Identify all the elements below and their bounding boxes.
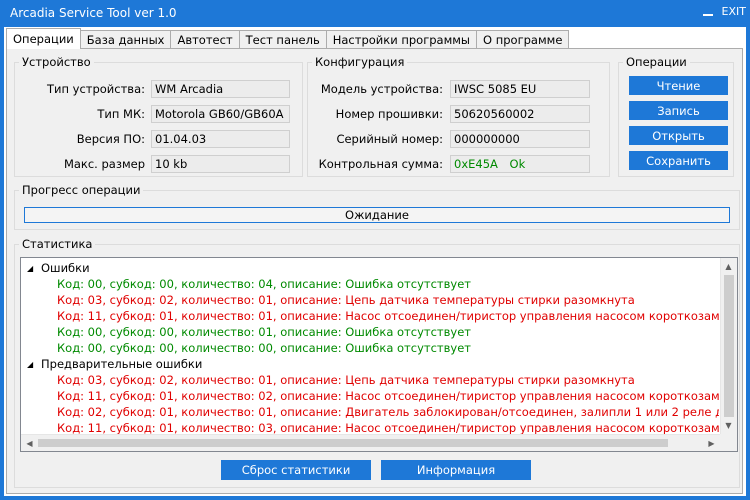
progress-group: Прогресс операции Ожидание [14,183,740,230]
firmware-version-field: 01.04.03 [151,130,290,148]
statistics-tree[interactable]: ◢ Ошибки Код: 00, субкод: 00, количество:… [20,257,738,452]
max-size-field: 10 kb [151,155,290,173]
checksum-label: Контрольная сумма: [318,157,443,171]
checksum-field: 0xE45A Ok [450,155,590,173]
scroll-left-icon[interactable]: ◀ [22,436,37,451]
tree-item[interactable]: Код: 00, субкод: 00, количество: 00, опи… [21,340,719,356]
progress-group-title: Прогресс операции [19,183,144,197]
statistics-group-title: Статистика [19,237,96,251]
device-group-title: Устройство [19,55,94,69]
tab-autotest[interactable]: Автотест [170,30,240,49]
tab-panel-test[interactable]: Тест панель [238,30,327,49]
device-type-label: Тип устройства: [46,82,145,96]
title-bar: Arcadia Service Tool ver 1.0 EXIT [0,0,750,27]
reset-statistics-button[interactable]: Сброс статистики [221,460,371,480]
serial-number-label: Серийный номер: [336,132,443,146]
device-model-label: Модель устройства: [320,82,443,96]
mcu-type-label: Тип МК: [97,107,145,121]
tree-group-errors[interactable]: ◢ Ошибки [21,260,719,276]
tab-about[interactable]: О программе [476,30,570,49]
serial-number-field: 000000000 [450,130,590,148]
config-group: Конфигурация Модель устройства: IWSC 508… [307,55,610,177]
tree-item[interactable]: Код: 02, субкод: 01, количество: 01, опи… [21,404,719,420]
statistics-tree-rows: ◢ Ошибки Код: 00, субкод: 00, количество:… [21,260,719,436]
operations-group-title: Операции [623,55,690,69]
open-button[interactable]: Открыть [629,126,728,145]
tab-operations[interactable]: Операции [6,28,81,49]
exit-button[interactable]: EXIT [702,5,746,18]
scroll-right-icon[interactable]: ▶ [704,436,719,451]
vertical-scrollbar[interactable]: ▲ ▼ [720,258,737,434]
tab-settings[interactable]: Настройки программы [325,30,478,49]
tree-item[interactable]: Код: 11, субкод: 01, количество: 02, опи… [21,388,719,404]
minimize-icon[interactable] [702,6,714,17]
tree-item[interactable]: Код: 00, субкод: 00, количество: 04, опи… [21,276,719,292]
tab-strip: Операции База данных Автотест Тест панел… [6,28,570,49]
write-button[interactable]: Запись [629,101,728,120]
scrollbar-corner [720,434,737,451]
save-button[interactable]: Сохранить [629,151,728,170]
operations-page: Устройство Тип устройства: WM Arcadia Ти… [6,48,743,494]
checksum-status: Ok [509,157,526,171]
tab-database[interactable]: База данных [79,30,172,49]
main-window-client: Операции База данных Автотест Тест панел… [4,27,746,496]
progress-status: Ожидание [345,208,409,222]
device-group: Устройство Тип устройства: WM Arcadia Ти… [14,55,303,177]
tree-item[interactable]: Код: 03, субкод: 02, количество: 01, опи… [21,292,719,308]
tree-group-preliminary-errors[interactable]: ◢ Предварительные ошибки [21,356,719,372]
horizontal-scroll-thumb[interactable] [38,439,668,447]
mcu-type-field: Motorola GB60/GB60A [151,105,290,123]
window-title: Arcadia Service Tool ver 1.0 [10,6,177,20]
firmware-number-field: 50620560002 [450,105,590,123]
tree-item[interactable]: Код: 11, субкод: 01, количество: 01, опи… [21,308,719,324]
device-model-field: IWSC 5085 EU [450,80,590,98]
tree-group-label: Ошибки [41,261,90,275]
horizontal-scrollbar[interactable]: ◀ ▶ [21,434,720,451]
firmware-number-label: Номер прошивки: [335,107,443,121]
tree-item[interactable]: Код: 03, субкод: 02, количество: 01, опи… [21,372,719,388]
firmware-version-label: Версия ПО: [76,132,145,146]
exit-label[interactable]: EXIT [722,5,746,18]
config-group-title: Конфигурация [312,55,408,69]
information-button[interactable]: Информация [381,460,531,480]
tree-item[interactable]: Код: 00, субкод: 00, количество: 01, опи… [21,324,719,340]
vertical-scroll-thumb[interactable] [724,275,734,417]
device-type-field: WM Arcadia [151,80,290,98]
expander-icon[interactable]: ◢ [27,261,35,277]
scroll-down-icon[interactable]: ▼ [721,418,736,433]
expander-icon[interactable]: ◢ [27,357,35,373]
scroll-up-icon[interactable]: ▲ [721,259,736,274]
read-button[interactable]: Чтение [629,76,728,95]
tree-group-label: Предварительные ошибки [41,357,203,371]
operations-group: Операции Чтение Запись Открыть Сохранить [618,55,734,177]
max-size-label: Макс. размер [63,157,145,171]
checksum-value: 0xE45A [454,157,498,171]
progress-bar: Ожидание [24,207,730,223]
statistics-group: Статистика ◢ Ошибки Код: 00, субкод: 00, … [14,237,740,488]
